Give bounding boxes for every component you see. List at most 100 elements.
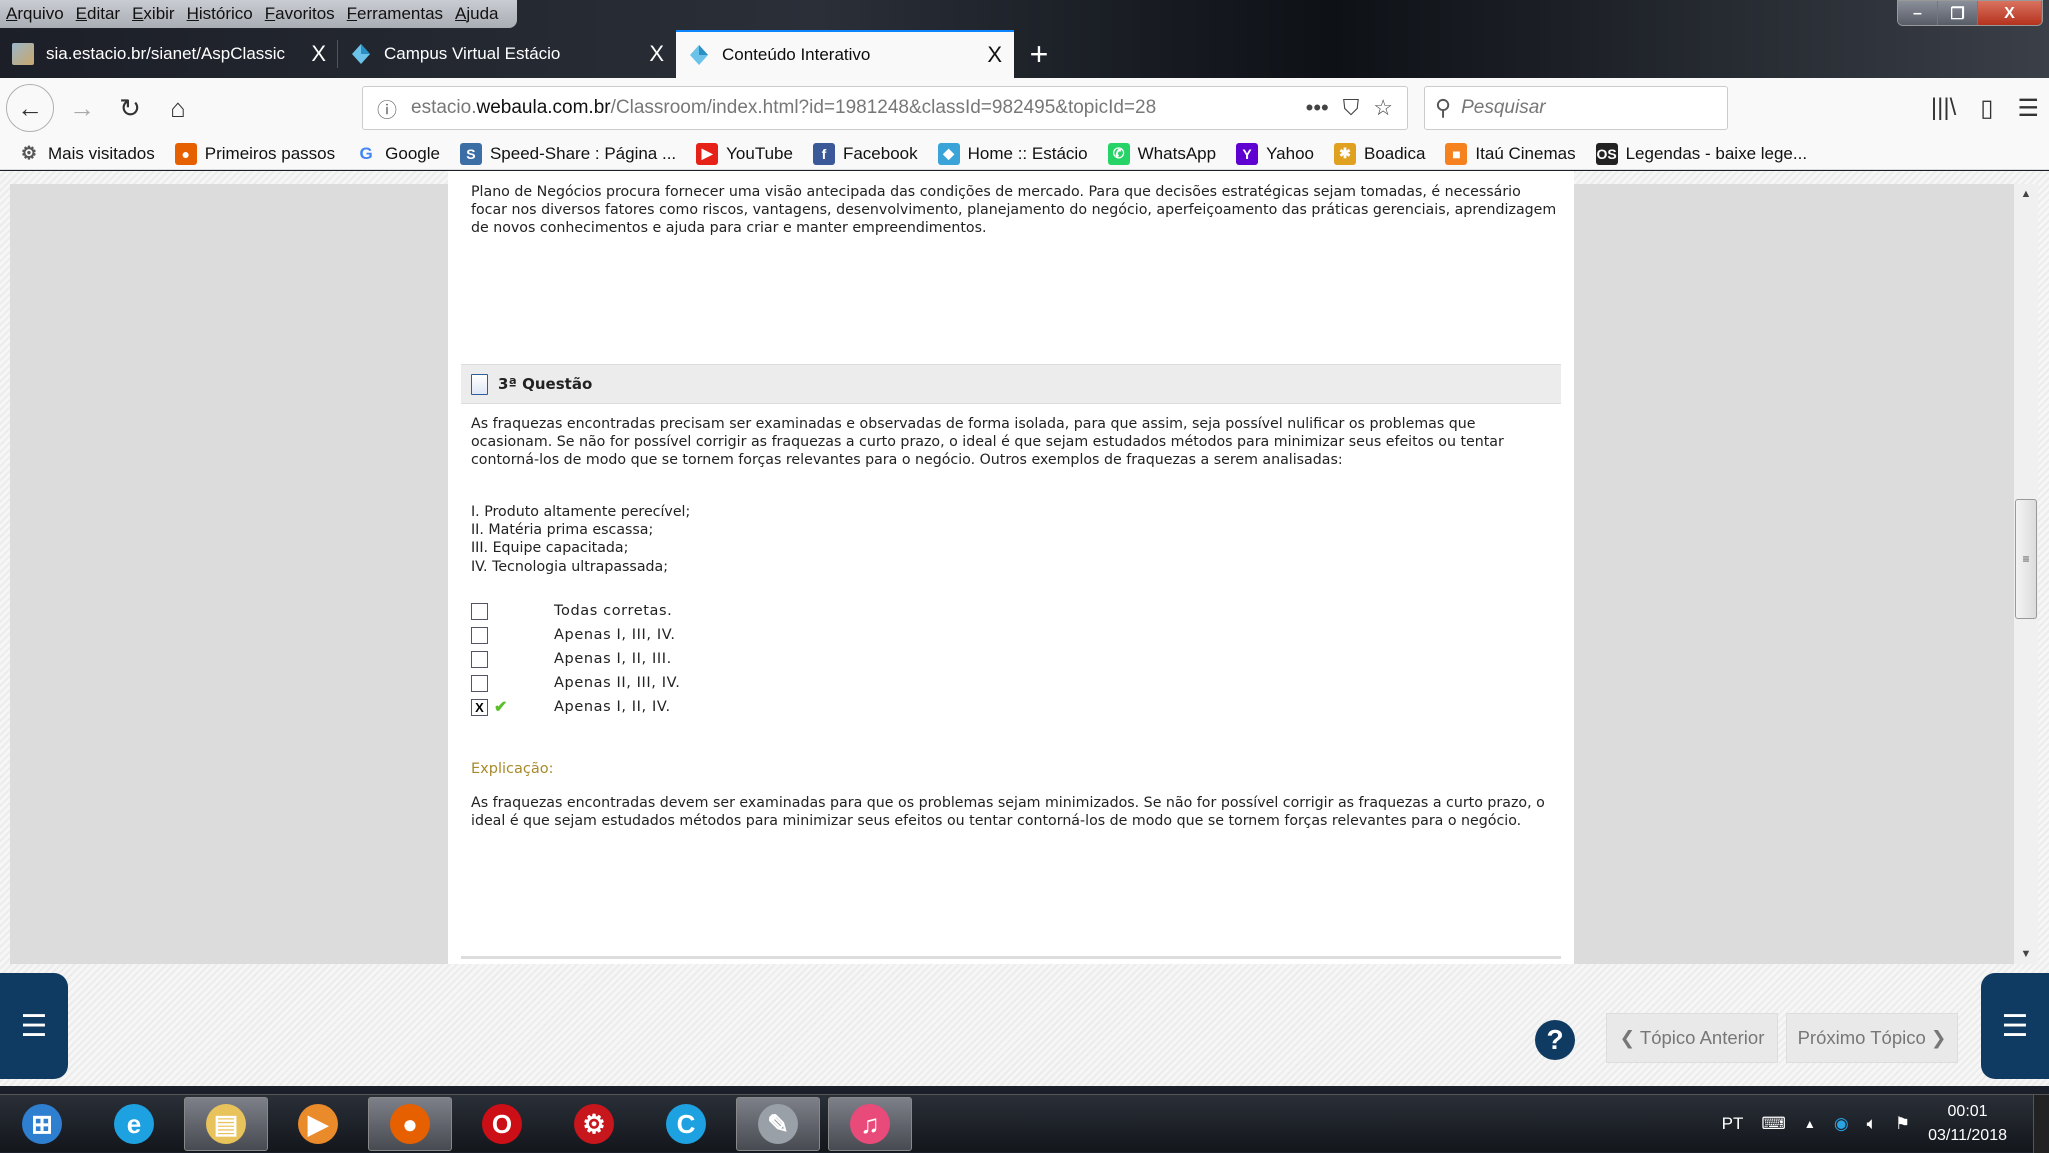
scroll-down-arrow-icon[interactable]: ▼ bbox=[2014, 948, 2038, 960]
question-item: III. Equipe capacitada; bbox=[471, 540, 629, 557]
tab-conteudo-interativo[interactable]: Conteúdo Interativo X bbox=[676, 30, 1014, 78]
reload-button[interactable]: ↻ bbox=[110, 88, 150, 128]
answer-option[interactable]: Apenas II, III, IV. bbox=[471, 671, 680, 695]
bookmark-star-icon[interactable]: ☆ bbox=[1373, 95, 1393, 121]
close-tab-icon[interactable]: X bbox=[311, 41, 326, 67]
bookmark-label: Boadica bbox=[1363, 143, 1426, 163]
menu-exibir[interactable]: Exibir bbox=[132, 4, 175, 24]
taskbar-firefox[interactable]: ● bbox=[368, 1097, 452, 1151]
url-text[interactable]: estacio.webaula.com.br/Classroom/index.h… bbox=[411, 97, 1306, 119]
answer-checkbox[interactable]: X bbox=[471, 698, 488, 716]
menu-ajuda[interactable]: Ajuda bbox=[455, 4, 498, 24]
site-info-icon[interactable]: ⓘ bbox=[377, 94, 397, 123]
bookmark-label: Speed-Share : Página ... bbox=[489, 143, 677, 163]
itau-icon: ■ bbox=[1445, 142, 1468, 165]
close-tab-icon[interactable]: X bbox=[987, 42, 1002, 68]
tab-campus-virtual[interactable]: Campus Virtual Estácio X bbox=[338, 30, 676, 78]
bookmark-item[interactable]: ■ Itaú Cinemas bbox=[1445, 142, 1576, 165]
itunes-icon: ♫ bbox=[850, 1104, 890, 1144]
previous-topic-button[interactable]: ❮ Tópico Anterior bbox=[1606, 1013, 1778, 1063]
taskbar-iobit[interactable]: ⚙ bbox=[552, 1097, 636, 1151]
taskbar-paint[interactable]: ✎ bbox=[736, 1097, 820, 1151]
explanation-text: As fraquezas encontradas devem ser exami… bbox=[471, 795, 1545, 830]
taskbar-start-button[interactable]: ⊞ bbox=[0, 1097, 84, 1151]
menu-bar: Arquivo Editar Exibir Histórico Favorito… bbox=[0, 0, 517, 28]
answer-checkbox[interactable] bbox=[471, 650, 488, 668]
close-tab-icon[interactable]: X bbox=[649, 41, 664, 67]
sidebar-icon[interactable]: ▯ bbox=[1980, 94, 1993, 123]
language-indicator[interactable]: PT bbox=[1722, 1114, 1744, 1134]
new-tab-button[interactable]: + bbox=[1014, 30, 1064, 78]
page-actions-icon[interactable]: ••• bbox=[1306, 95, 1329, 121]
bookmark-item[interactable]: ✆ WhatsApp bbox=[1107, 142, 1216, 165]
taskbar-file-explorer[interactable]: ▤ bbox=[184, 1097, 268, 1151]
library-icon[interactable]: |||\ bbox=[1931, 94, 1956, 122]
legendas-icon: OS bbox=[1595, 142, 1618, 165]
bookmark-item[interactable]: OS Legendas - baixe lege... bbox=[1595, 142, 1807, 165]
help-button[interactable]: ? bbox=[1535, 1020, 1575, 1060]
bookmark-item[interactable]: ● Primeiros passos bbox=[174, 142, 335, 165]
search-input[interactable]: ⚲ Pesquisar bbox=[1424, 86, 1728, 130]
forward-button[interactable]: → bbox=[62, 88, 102, 128]
answer-option[interactable]: Apenas I, III, IV. bbox=[471, 623, 680, 647]
url-bar[interactable]: ⓘ estacio.webaula.com.br/Classroom/index… bbox=[362, 86, 1408, 130]
taskbar-ccleaner[interactable]: C bbox=[644, 1097, 728, 1151]
volume-icon[interactable]: 🔈︎ bbox=[1867, 1114, 1877, 1134]
left-panel bbox=[10, 184, 448, 964]
action-center-flag-icon[interactable]: ⚑ bbox=[1895, 1114, 1910, 1134]
estacio-favicon-icon bbox=[688, 44, 710, 66]
network-app-icon[interactable]: ◉ bbox=[1834, 1114, 1849, 1134]
bookmark-item[interactable]: ◆ Home :: Estácio bbox=[937, 142, 1088, 165]
content-area: Plano de Negócios procura fornecer uma v… bbox=[448, 171, 1574, 964]
home-button[interactable]: ⌂ bbox=[158, 88, 198, 128]
keyboard-icon[interactable]: ⌨ bbox=[1761, 1114, 1786, 1134]
menu-ferramentas[interactable]: Ferramentas bbox=[347, 4, 443, 24]
taskbar-opera[interactable]: O bbox=[460, 1097, 544, 1151]
bookmark-item[interactable]: G Google bbox=[355, 143, 440, 165]
right-menu-button[interactable]: ☰ bbox=[1981, 973, 2049, 1079]
minimize-button[interactable]: – bbox=[1898, 1, 1938, 25]
show-desktop-button[interactable] bbox=[2033, 1095, 2049, 1153]
show-hidden-icons-icon[interactable]: ▲ bbox=[1804, 1117, 1816, 1131]
close-window-button[interactable]: X bbox=[1978, 1, 2042, 25]
explanation-label: Explicação: bbox=[471, 761, 554, 777]
tab-label: sia.estacio.br/sianet/AspClassic bbox=[46, 44, 286, 63]
taskbar-internet-explorer[interactable]: e bbox=[92, 1097, 176, 1151]
answer-checkbox[interactable] bbox=[471, 626, 488, 644]
tab-sia-estacio[interactable]: sia.estacio.br/sianet/AspClassic X bbox=[0, 30, 338, 78]
taskbar-media-player[interactable]: ▶ bbox=[276, 1097, 360, 1151]
answer-option[interactable]: Todas corretas. bbox=[471, 599, 680, 623]
answer-checkbox[interactable] bbox=[471, 602, 488, 620]
divider bbox=[461, 956, 1561, 959]
pocket-icon[interactable]: ⛉ bbox=[1343, 95, 1360, 121]
back-button[interactable]: ← bbox=[6, 84, 54, 132]
restore-button[interactable]: ❐ bbox=[1938, 1, 1978, 25]
bookmark-item[interactable]: Y Yahoo bbox=[1236, 142, 1314, 165]
menu-historico[interactable]: Histórico bbox=[187, 4, 253, 24]
answer-option[interactable]: Apenas I, II, III. bbox=[471, 647, 680, 671]
bookmark-label: Google bbox=[385, 143, 440, 163]
firefox-icon: ● bbox=[390, 1104, 430, 1144]
firefox-icon: ● bbox=[174, 142, 197, 165]
menu-arquivo[interactable]: Arquivo bbox=[6, 4, 64, 24]
bookmark-item[interactable]: ✱ Boadica bbox=[1333, 142, 1426, 165]
scrollbar-thumb[interactable]: ≡ bbox=[2015, 499, 2037, 619]
clock[interactable]: 00:01 03/11/2018 bbox=[1928, 1100, 2007, 1148]
navigation-bar: ← → ↻ ⌂ ⓘ estacio.webaula.com.br/Classro… bbox=[0, 78, 2049, 138]
next-topic-button[interactable]: Próximo Tópico ❯ bbox=[1786, 1013, 1958, 1063]
browser-window: Arquivo Editar Exibir Histórico Favorito… bbox=[0, 0, 2049, 1153]
taskbar-itunes[interactable]: ♫ bbox=[828, 1097, 912, 1151]
left-menu-button[interactable]: ☰ bbox=[0, 973, 68, 1079]
bookmark-item[interactable]: f Facebook bbox=[812, 142, 918, 165]
menu-favoritos[interactable]: Favoritos bbox=[265, 4, 335, 24]
hamburger-menu-icon[interactable]: ☰ bbox=[2017, 94, 2039, 123]
answer-checkbox[interactable] bbox=[471, 674, 488, 692]
bookmark-item[interactable]: ▶ YouTube bbox=[696, 142, 793, 165]
menu-editar[interactable]: Editar bbox=[76, 4, 120, 24]
answer-option[interactable]: X ✔ Apenas I, II, IV. bbox=[471, 695, 680, 719]
scroll-up-arrow-icon[interactable]: ▲ bbox=[2014, 188, 2038, 200]
bookmark-item[interactable]: ⚙ Mais visitados bbox=[18, 143, 155, 165]
bookmark-label: Home :: Estácio bbox=[967, 143, 1088, 163]
scrollbar[interactable]: ▲ ≡ ▼ bbox=[2014, 184, 2038, 964]
bookmark-item[interactable]: S Speed-Share : Página ... bbox=[459, 142, 677, 165]
